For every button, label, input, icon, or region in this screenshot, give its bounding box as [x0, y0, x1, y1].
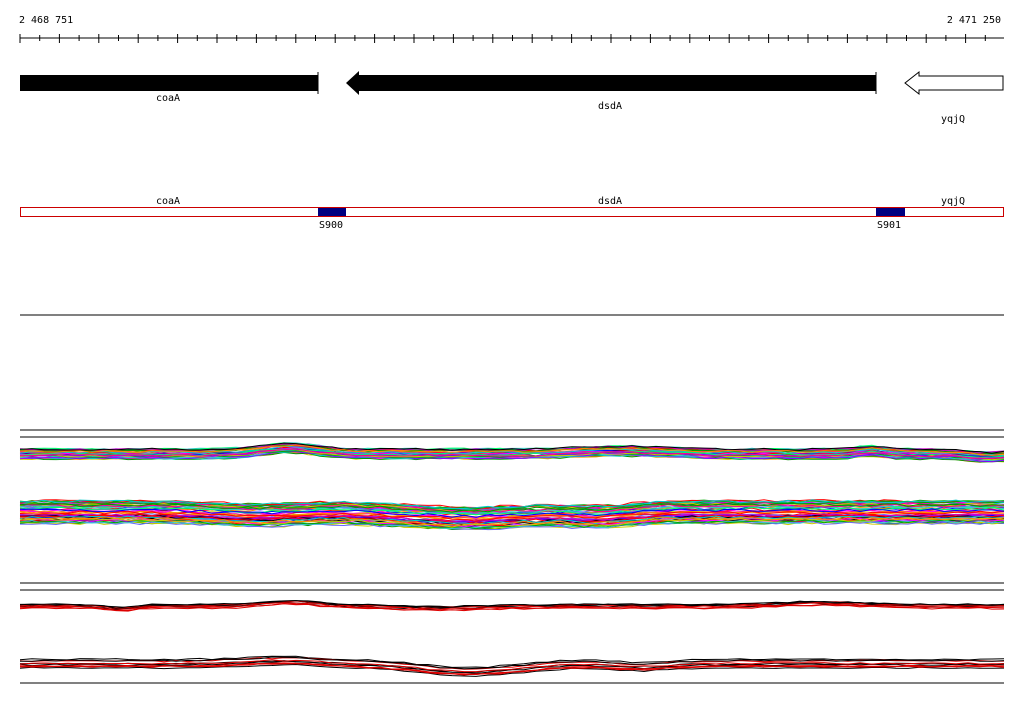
segment-label-coaA: coaA	[156, 196, 180, 207]
segment-track: coaA dsdA yqjQ S900 S901	[20, 196, 1004, 231]
expression-lines-lower	[19, 499, 1005, 531]
segment-label-dsdA: dsdA	[598, 196, 622, 207]
gene-track: coaA dsdA yqjQ	[20, 70, 1004, 125]
gene-label-dsdA: dsdA	[598, 101, 622, 112]
site-label-S900: S900	[319, 220, 343, 231]
gene-label-coaA: coaA	[156, 93, 180, 104]
coordinate-ruler	[19, 34, 1004, 43]
segment-bar	[20, 207, 1004, 217]
expression-lines-upper	[19, 442, 1005, 463]
site-label-S901: S901	[877, 220, 901, 231]
segment-label-yqjQ: yqjQ	[941, 196, 965, 207]
coord-start-label: 2 468 751	[19, 15, 73, 26]
gene-label-yqjQ: yqjQ	[941, 114, 965, 125]
expression-panel-multicolor	[19, 429, 1005, 531]
gene-arrow-coaA[interactable]	[20, 75, 318, 91]
expression-panel-bottom	[19, 582, 1005, 684]
gene-arrow-yqjQ[interactable]	[904, 70, 1004, 96]
expression-lines-bottom-lower	[19, 655, 1005, 677]
genome-browser-view: 2 468 751 2 471 250 coaA dsdA yqjQ coaA …	[19, 15, 1005, 684]
coord-end-label: 2 471 250	[947, 15, 1001, 26]
gene-arrow-dsdA[interactable]	[346, 71, 876, 95]
expression-lines-bottom-upper	[19, 600, 1005, 612]
site-block-S900[interactable]	[318, 208, 346, 216]
site-block-S901[interactable]	[876, 208, 905, 216]
